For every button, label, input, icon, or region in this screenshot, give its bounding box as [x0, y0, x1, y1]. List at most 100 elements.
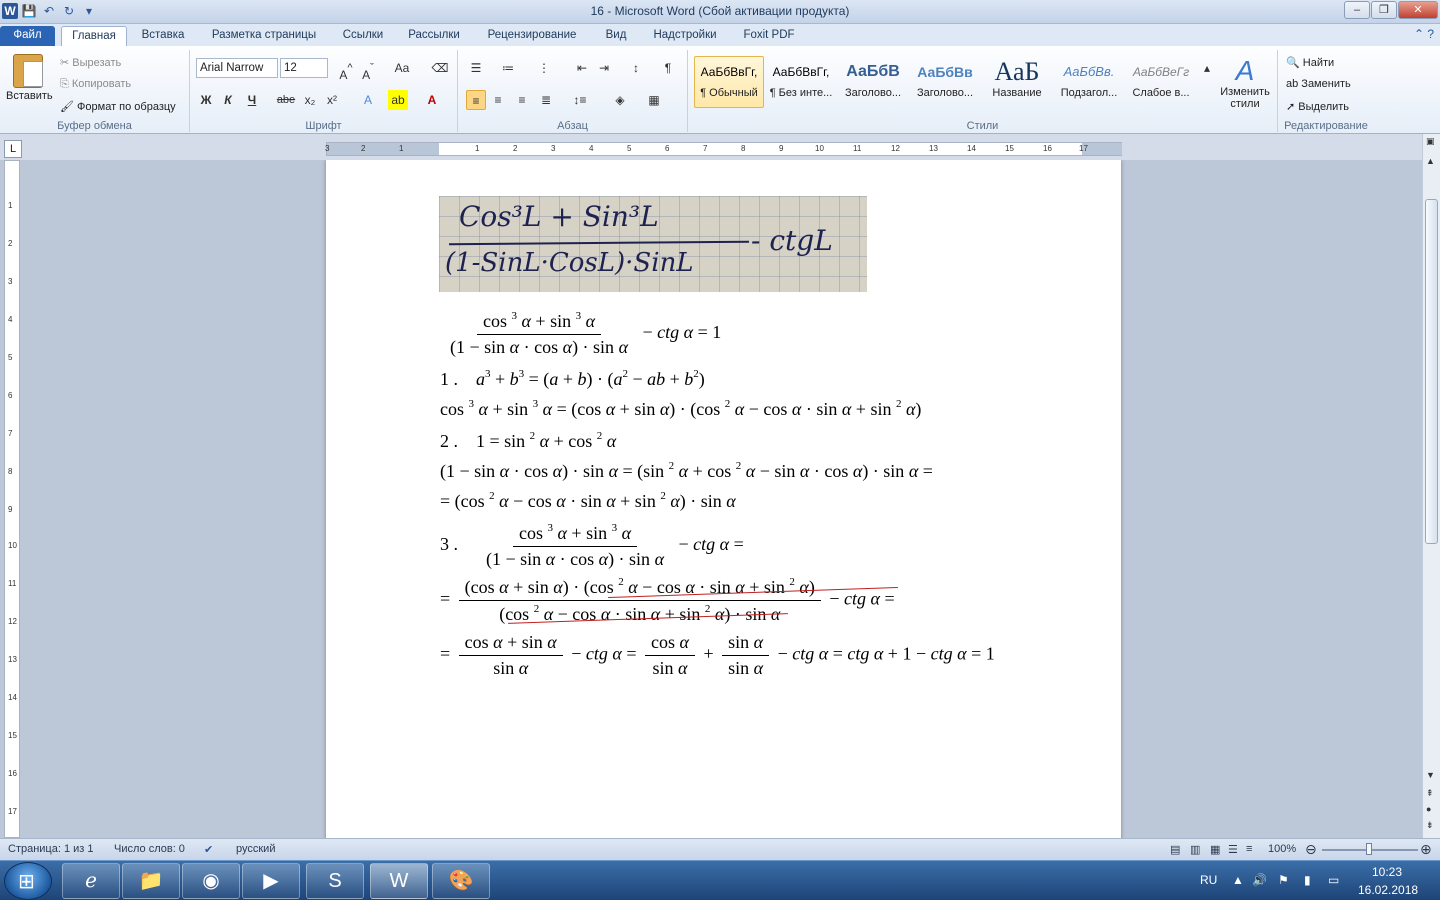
tab-references[interactable]: Ссылки: [334, 26, 392, 46]
tray-expand-icon[interactable]: ▲: [1232, 873, 1244, 887]
view-outline-icon[interactable]: ☰: [1228, 843, 1238, 856]
tab-foxit-pdf[interactable]: Foxit PDF: [736, 26, 802, 46]
language-indicator[interactable]: русский: [236, 843, 275, 855]
cut-button[interactable]: ✂ Вырезать: [60, 56, 121, 69]
maximize-button[interactable]: ❐: [1371, 1, 1397, 19]
decrease-indent-icon[interactable]: ⇤: [572, 58, 592, 78]
find-button[interactable]: 🔍 Найти: [1286, 56, 1334, 69]
handwritten-photo[interactable]: Cos³L + Sin³L (1-SinL·CosL)·SinL - ctgL: [439, 196, 867, 292]
align-right-icon[interactable]: ≡: [512, 90, 532, 110]
bold-button[interactable]: Ж: [196, 90, 216, 110]
superscript-icon[interactable]: x²: [322, 90, 342, 110]
borders-icon[interactable]: ▦: [644, 90, 664, 110]
media-player-icon[interactable]: ▶: [242, 863, 300, 899]
underline-button[interactable]: Ч: [242, 90, 262, 110]
align-center-icon[interactable]: ≡: [488, 90, 508, 110]
view-print-layout-icon[interactable]: ▤: [1170, 843, 1180, 856]
style-no-spacing[interactable]: АаБбВвГг, ¶ Без инте...: [766, 56, 836, 108]
paste-button[interactable]: Вставить: [6, 52, 53, 114]
tab-mailings[interactable]: Рассылки: [400, 26, 468, 46]
italic-button[interactable]: К: [218, 90, 238, 110]
change-styles-button[interactable]: A Изменить стили: [1216, 56, 1274, 111]
sort-icon[interactable]: ↕: [626, 58, 646, 78]
font-size-select[interactable]: 12: [280, 58, 328, 78]
scroll-down-icon[interactable]: ▼: [1426, 770, 1435, 780]
style-subtle-emphasis[interactable]: АаБбВеГг Слабое в...: [1126, 56, 1196, 108]
paint-icon[interactable]: 🎨: [432, 863, 490, 899]
equation-step2-identity[interactable]: 2 . 1 = sin 2 α + cos 2 α: [440, 430, 616, 452]
line-spacing-icon[interactable]: ↕≡: [570, 90, 590, 110]
zoom-out-icon[interactable]: ⊖: [1305, 841, 1317, 858]
highlight-icon[interactable]: ab: [388, 90, 408, 110]
browse-object-icon[interactable]: ●: [1426, 804, 1431, 814]
zoom-slider-knob[interactable]: [1366, 843, 1372, 855]
shrink-font-icon[interactable]: Aˇ: [358, 58, 378, 82]
text-effects-icon[interactable]: A: [358, 90, 378, 110]
vertical-ruler[interactable]: 1 2 3 4 5 6 7 8 9 10 11 12 13 14 15 16 1…: [4, 160, 20, 838]
word-count[interactable]: Число слов: 0: [114, 843, 185, 855]
format-painter-button[interactable]: 🖌 Формат по образцу: [60, 100, 176, 113]
word-taskbar-icon[interactable]: W: [370, 863, 428, 899]
align-left-icon[interactable]: ≡: [466, 90, 486, 110]
replace-button[interactable]: ab Заменить: [1286, 78, 1351, 90]
styles-scroll-icon[interactable]: ▴: [1200, 58, 1214, 78]
subscript-icon[interactable]: x₂: [300, 90, 320, 110]
network-icon[interactable]: ▮: [1304, 873, 1311, 887]
scrollbar-thumb[interactable]: [1425, 199, 1438, 544]
vertical-scrollbar[interactable]: ▣ ▲ ▼ ⇞ ● ⇟: [1422, 134, 1440, 838]
copy-button[interactable]: ⎘ Копировать: [60, 78, 131, 91]
document-page[interactable]: Cos³L + Sin³L (1-SinL·CosL)·SinL - ctgL …: [326, 160, 1121, 838]
equation-step2-line1[interactable]: (1 − sin α · cos α) · sin α = (sin 2 α +…: [440, 460, 933, 482]
tab-file[interactable]: Файл: [0, 26, 55, 46]
language-tray[interactable]: RU: [1200, 873, 1217, 887]
view-full-screen-icon[interactable]: ▥: [1190, 843, 1200, 856]
font-color-icon[interactable]: A: [422, 90, 442, 110]
zoom-level[interactable]: 100%: [1268, 843, 1296, 855]
next-page-icon[interactable]: ⇟: [1426, 820, 1434, 831]
justify-icon[interactable]: ≣: [536, 90, 556, 110]
strikethrough-button[interactable]: abe: [276, 90, 296, 110]
shading-icon[interactable]: ◈: [610, 90, 630, 110]
clear-formatting-icon[interactable]: ⌫: [430, 58, 450, 78]
notification-icon[interactable]: ⚑: [1278, 873, 1289, 887]
scroll-up-icon[interactable]: ▲: [1426, 156, 1435, 166]
style-normal[interactable]: АаБбВвГг, ¶ Обычный: [694, 56, 764, 108]
select-button[interactable]: ➚ Выделить: [1286, 100, 1349, 113]
internet-explorer-icon[interactable]: ℯ: [62, 863, 120, 899]
tab-addins[interactable]: Надстройки: [644, 26, 726, 46]
chrome-icon[interactable]: ◉: [182, 863, 240, 899]
equation-step1-applied[interactable]: cos 3 α + sin 3 α = (cos α + sin α) · (c…: [440, 398, 921, 420]
style-title[interactable]: АаБ Название: [982, 56, 1052, 108]
show-formatting-icon[interactable]: ¶: [658, 58, 678, 78]
volume-icon[interactable]: 🔊: [1252, 873, 1267, 887]
increase-indent-icon[interactable]: ⇥: [594, 58, 614, 78]
grow-font-icon[interactable]: A^: [336, 58, 356, 82]
skype-icon[interactable]: S: [306, 863, 364, 899]
zoom-in-icon[interactable]: ⊕: [1420, 841, 1432, 858]
equation-step2-line2[interactable]: = (cos 2 α − cos α · sin α + sin 2 α) · …: [440, 490, 736, 512]
style-subtitle[interactable]: АаБбВв. Подзагол...: [1054, 56, 1124, 108]
previous-page-icon[interactable]: ⇞: [1426, 788, 1434, 799]
tab-review[interactable]: Рецензирование: [478, 26, 586, 46]
tab-insert[interactable]: Вставка: [134, 26, 192, 46]
view-draft-icon[interactable]: ≡: [1246, 843, 1252, 855]
style-heading-2[interactable]: АаБбВв Заголово...: [910, 56, 980, 108]
action-center-icon[interactable]: ▭: [1328, 873, 1339, 887]
tab-view[interactable]: Вид: [598, 26, 634, 46]
file-explorer-icon[interactable]: 📁: [122, 863, 180, 899]
close-button[interactable]: ✕: [1398, 1, 1438, 19]
help-icon[interactable]: ⌃ ?: [1414, 27, 1434, 41]
tab-home[interactable]: Главная: [61, 26, 127, 46]
change-case-icon[interactable]: Aa: [392, 58, 412, 78]
start-button[interactable]: [4, 862, 52, 900]
style-heading-1[interactable]: АаБбВ Заголово...: [838, 56, 908, 108]
page-count[interactable]: Страница: 1 из 1: [8, 843, 94, 855]
multilevel-list-icon[interactable]: ⋮: [534, 58, 554, 78]
equation-problem[interactable]: cos 3 α + sin 3 α (1 − sin α · cos α) · s…: [440, 310, 721, 358]
clock-time[interactable]: 10:23: [1372, 865, 1402, 879]
horizontal-ruler[interactable]: 3 2 1 1 2 3 4 5 6 7 8 9 10 11 12 13 14 1…: [325, 142, 1122, 156]
clock-date[interactable]: 16.02.2018: [1358, 883, 1418, 897]
font-family-select[interactable]: Arial Narrow: [196, 58, 278, 78]
equation-step3-line1[interactable]: 3 . cos 3 α + sin 3 α (1 − sin α · cos α)…: [440, 522, 744, 570]
spellcheck-icon[interactable]: ✔: [204, 843, 213, 856]
